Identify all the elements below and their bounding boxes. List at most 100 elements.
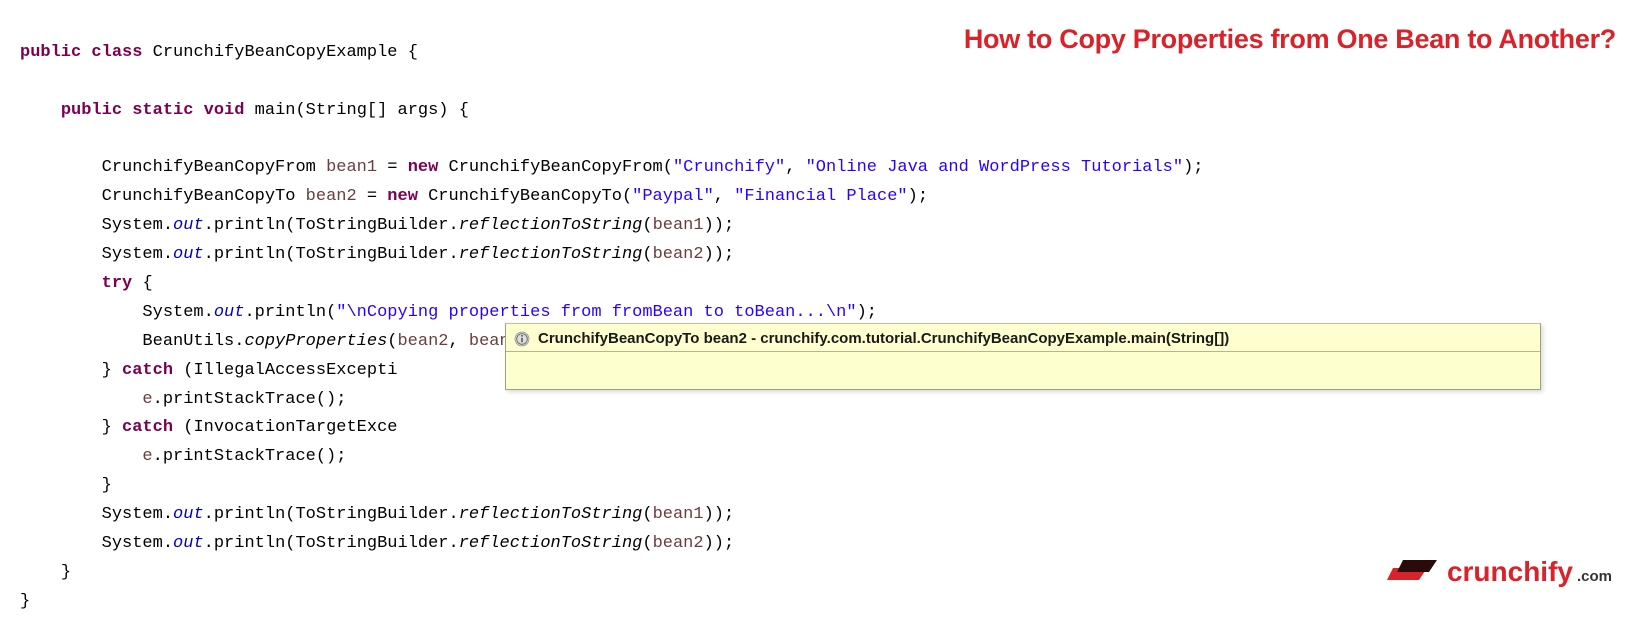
- brace: }: [102, 361, 112, 380]
- keyword-catch: catch: [122, 418, 173, 437]
- paren: (: [663, 158, 673, 177]
- keyword-class: class: [91, 43, 142, 62]
- dot: .: [153, 447, 163, 466]
- tooltip-body: [506, 351, 1540, 389]
- reflection-method: reflectionToString: [459, 505, 643, 524]
- out-field: out: [173, 245, 204, 264]
- var-bean2: bean2: [653, 245, 704, 264]
- system: System: [142, 303, 203, 322]
- brace: {: [459, 101, 469, 120]
- comma: ,: [449, 332, 469, 351]
- paren: ));: [704, 505, 735, 524]
- brace: }: [102, 476, 112, 495]
- brace: }: [20, 592, 30, 611]
- page-title: How to Copy Properties from One Bean to …: [964, 24, 1616, 55]
- paren: ));: [704, 245, 735, 264]
- string-literal: "Crunchify": [673, 158, 785, 177]
- code-editor[interactable]: public class CrunchifyBeanCopyExample { …: [0, 0, 1636, 617]
- dot: .: [244, 303, 254, 322]
- reflection-method: reflectionToString: [459, 534, 643, 553]
- keyword-new: new: [408, 158, 439, 177]
- crunchify-logo: crunchify .com: [1387, 556, 1612, 588]
- paren: (: [387, 332, 397, 351]
- var-e: e: [142, 447, 152, 466]
- var-e: e: [142, 390, 152, 409]
- dot: .: [234, 332, 244, 351]
- println: println: [214, 534, 285, 553]
- dot: .: [449, 216, 459, 235]
- paren: (: [642, 216, 652, 235]
- copy-method: copyProperties: [244, 332, 387, 351]
- dot: .: [204, 245, 214, 264]
- info-icon: [514, 331, 530, 347]
- string-literal: "Financial Place": [734, 187, 907, 206]
- reflection-method: reflectionToString: [459, 245, 643, 264]
- dot: .: [163, 245, 173, 264]
- keyword-void: void: [204, 101, 245, 120]
- tsb: ToStringBuilder: [295, 505, 448, 524]
- system: System: [102, 216, 163, 235]
- reflection-method: reflectionToString: [459, 216, 643, 235]
- beanutils: BeanUtils: [142, 332, 234, 351]
- logo-text: crunchify: [1447, 556, 1573, 588]
- brace: {: [142, 274, 152, 293]
- exception-type: InvocationTargetExce: [193, 418, 397, 437]
- dot: .: [153, 390, 163, 409]
- type: CrunchifyBeanCopyFrom: [449, 158, 663, 177]
- keyword-public: public: [61, 101, 122, 120]
- dot: .: [449, 245, 459, 264]
- hover-tooltip: CrunchifyBeanCopyTo bean2 - crunchify.co…: [505, 323, 1541, 390]
- println: println: [214, 245, 285, 264]
- tsb: ToStringBuilder: [295, 245, 448, 264]
- string-literal: "\nCopying properties from fromBean to t…: [336, 303, 856, 322]
- keyword-new: new: [387, 187, 418, 206]
- op: =: [367, 187, 377, 206]
- var-bean1: bean1: [326, 158, 377, 177]
- paren: (: [183, 418, 193, 437]
- var-bean2: bean2: [653, 534, 704, 553]
- dot: .: [204, 303, 214, 322]
- op: =: [387, 158, 397, 177]
- dot: .: [204, 216, 214, 235]
- out-field: out: [173, 534, 204, 553]
- paren: ();: [316, 447, 347, 466]
- paren: (: [285, 505, 295, 524]
- paren: (: [285, 216, 295, 235]
- out-field: out: [173, 505, 204, 524]
- paren: (: [285, 245, 295, 264]
- paren: ));: [704, 216, 735, 235]
- paren: ));: [704, 534, 735, 553]
- println: println: [214, 505, 285, 524]
- dot: .: [204, 534, 214, 553]
- paren: );: [857, 303, 877, 322]
- dot: .: [449, 534, 459, 553]
- type: CrunchifyBeanCopyTo: [102, 187, 296, 206]
- paren: (: [326, 303, 336, 322]
- paren: );: [908, 187, 928, 206]
- dot: .: [204, 505, 214, 524]
- dot: .: [449, 505, 459, 524]
- var-bean1: bean1: [653, 216, 704, 235]
- tooltip-header: CrunchifyBeanCopyTo bean2 - crunchify.co…: [506, 324, 1540, 351]
- keyword-try: try: [102, 274, 133, 293]
- paren: );: [1183, 158, 1203, 177]
- var-bean2: bean2: [306, 187, 357, 206]
- dot: .: [163, 505, 173, 524]
- tooltip-text: CrunchifyBeanCopyTo bean2 - crunchify.co…: [538, 330, 1229, 347]
- class-name: CrunchifyBeanCopyExample: [153, 43, 398, 62]
- type: CrunchifyBeanCopyTo: [428, 187, 622, 206]
- paren: (: [642, 245, 652, 264]
- brace: {: [408, 43, 418, 62]
- string-literal: "Paypal": [632, 187, 714, 206]
- paren: (: [183, 361, 193, 380]
- comma: ,: [714, 187, 734, 206]
- var-bean2: bean2: [397, 332, 448, 351]
- method: printStackTrace: [163, 390, 316, 409]
- keyword-public: public: [20, 43, 81, 62]
- paren: (: [285, 534, 295, 553]
- paren: (: [642, 534, 652, 553]
- logo-tld: .com: [1577, 568, 1612, 585]
- println: println: [214, 216, 285, 235]
- system: System: [102, 534, 163, 553]
- brace: }: [102, 418, 112, 437]
